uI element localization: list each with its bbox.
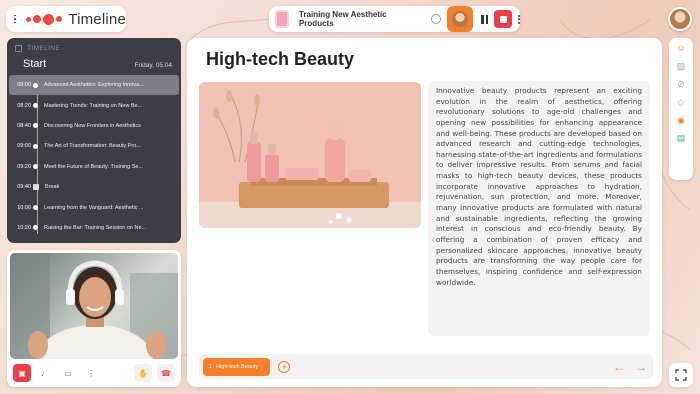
- timeline-item-title: Raising the Bar: Training Session on Ne.…: [44, 224, 147, 231]
- timeline-item-time: 08:40: [17, 122, 31, 129]
- slide-title: High-tech Beauty: [206, 49, 355, 69]
- menu-icon[interactable]: [14, 14, 17, 24]
- slide-body: Innovative beauty products represent an …: [428, 81, 650, 336]
- more-vertical-icon[interactable]: ⋮: [82, 364, 100, 382]
- fullscreen-button[interactable]: [669, 363, 693, 387]
- product-image: [199, 82, 421, 228]
- slide-tab[interactable]: 1 High-tech Beauty: [203, 357, 271, 376]
- timeline-dot-icon: [33, 225, 38, 231]
- timeline-item-title: Discovering New Frontiers in Aesthetics: [44, 122, 141, 129]
- timeline-panel: TIMELINE Start Friday, 05.04 08:00 Advan…: [7, 38, 181, 243]
- stop-button[interactable]: [494, 10, 512, 28]
- add-slide-button[interactable]: +: [278, 360, 291, 373]
- timeline-item-time: 09:00: [17, 143, 31, 150]
- timeline-item[interactable]: 09:20 Meet the Future of Beauty: Trainin…: [7, 157, 181, 177]
- timeline-item-break[interactable]: 09:40 Break: [7, 177, 181, 197]
- timeline-item-time: 08:00: [17, 82, 31, 89]
- brand-title: Timeline: [68, 10, 126, 28]
- presentation-thumbnail-icon: [275, 10, 289, 28]
- camera-off-icon[interactable]: ▣: [13, 364, 31, 382]
- timeline-item-title: Break: [45, 184, 60, 191]
- presenter-video-feed: [10, 253, 178, 359]
- timeline-day: Friday, 05.04: [134, 62, 172, 69]
- participants-icon[interactable]: ☺: [675, 42, 687, 54]
- slide-navigation-bar: 1 High-tech Beauty + ← →: [199, 354, 653, 379]
- presenter-figure: [10, 253, 178, 359]
- settings-icon[interactable]: [431, 14, 442, 24]
- timeline-item-time: 10:20: [17, 224, 31, 231]
- logo-icon: [26, 13, 63, 25]
- video-controls: ▣ ♩ ▭ ⋮ ✋ ☎: [7, 362, 181, 384]
- slide-card: High-tech Beauty Innovative beauty produ…: [187, 38, 662, 387]
- session-bar: Training New Aesthetic Products: [269, 6, 520, 32]
- expand-icon: [675, 369, 687, 381]
- tag-icon[interactable]: ◇: [675, 96, 687, 108]
- timeline-header: TIMELINE: [7, 38, 181, 52]
- timeline-item[interactable]: 08:00 Advanced Aesthetics: Exploring Inn…: [9, 75, 179, 96]
- location-icon[interactable]: ◉: [675, 114, 687, 126]
- timeline-dot-icon: [33, 143, 38, 149]
- microphone-icon[interactable]: ♩: [36, 364, 54, 382]
- right-toolbar: ☺ ▨ ⊘ ◇ ◉ ▤: [669, 38, 693, 180]
- timeline-item[interactable]: 10:20 Raising the Bar: Training Session …: [7, 218, 181, 238]
- pause-icon[interactable]: [481, 14, 489, 24]
- timeline-item-title: The Art of Transformation: Beauty Pro...: [44, 143, 141, 150]
- screen-share-icon[interactable]: ▭: [59, 364, 77, 382]
- timeline-item[interactable]: 10:00 Learning from the Vanguard: Aesthe…: [7, 197, 181, 217]
- slide-body-text: Innovative beauty products represent an …: [436, 86, 642, 287]
- prev-arrow-icon[interactable]: ←: [613, 360, 625, 374]
- timeline-dot-icon: [33, 164, 38, 170]
- timeline-dot-icon: [33, 103, 38, 109]
- timeline-dot-icon: [33, 82, 38, 88]
- coffee-cup-icon: [33, 184, 39, 191]
- timeline-date-row: Start Friday, 05.04: [7, 52, 181, 70]
- slide-tab-number: 1: [209, 363, 213, 370]
- timeline-item-title: Learning from the Vanguard: Aesthetic ..…: [44, 204, 144, 211]
- timeline-list: 08:00 Advanced Aesthetics: Exploring Inn…: [7, 75, 181, 238]
- timeline-dot-icon: [33, 205, 38, 211]
- more-vertical-icon[interactable]: [518, 14, 520, 24]
- timeline-item[interactable]: 08:40 Discovering New Frontiers in Aesth…: [7, 116, 181, 136]
- timeline-item[interactable]: 08:20 Mastering Trends: Training on New …: [7, 95, 181, 115]
- timeline-header-label: TIMELINE: [27, 45, 61, 52]
- timeline-item-time: 10:00: [17, 204, 31, 211]
- timeline-item-title: Meet the Future of Beauty: Training Se..…: [44, 163, 144, 170]
- timeline-item-time: 09:20: [17, 163, 31, 170]
- next-arrow-icon[interactable]: →: [635, 360, 647, 374]
- leaf-icon[interactable]: ▤: [675, 132, 687, 144]
- timeline-item-time: 09:40: [17, 184, 31, 191]
- user-avatar[interactable]: [668, 7, 692, 31]
- timeline-item-title: Mastering Trends: Training on New Be...: [44, 102, 143, 109]
- timeline-item-title: Advanced Aesthetics: Exploring Innova...: [44, 82, 144, 89]
- raise-hand-icon[interactable]: ✋: [134, 364, 152, 382]
- session-title: Training New Aesthetic Products: [298, 10, 387, 28]
- timeline-item[interactable]: 09:00 The Art of Transformation: Beauty …: [7, 136, 181, 156]
- video-panel: ▣ ♩ ▭ ⋮ ✋ ☎: [7, 250, 181, 387]
- brand-bar: Timeline: [6, 6, 126, 32]
- hang-up-icon[interactable]: ☎: [157, 364, 175, 382]
- eye-off-icon[interactable]: ⊘: [675, 78, 687, 90]
- timeline-dot-icon: [33, 123, 38, 129]
- image-icon[interactable]: ▨: [675, 60, 687, 72]
- timeline-start-label: Start: [23, 58, 47, 70]
- calendar-icon: [15, 45, 22, 52]
- timeline-item-time: 08:20: [17, 102, 31, 109]
- slide-tab-label: High-tech Beauty: [216, 363, 259, 370]
- presenter-avatar[interactable]: [447, 6, 474, 32]
